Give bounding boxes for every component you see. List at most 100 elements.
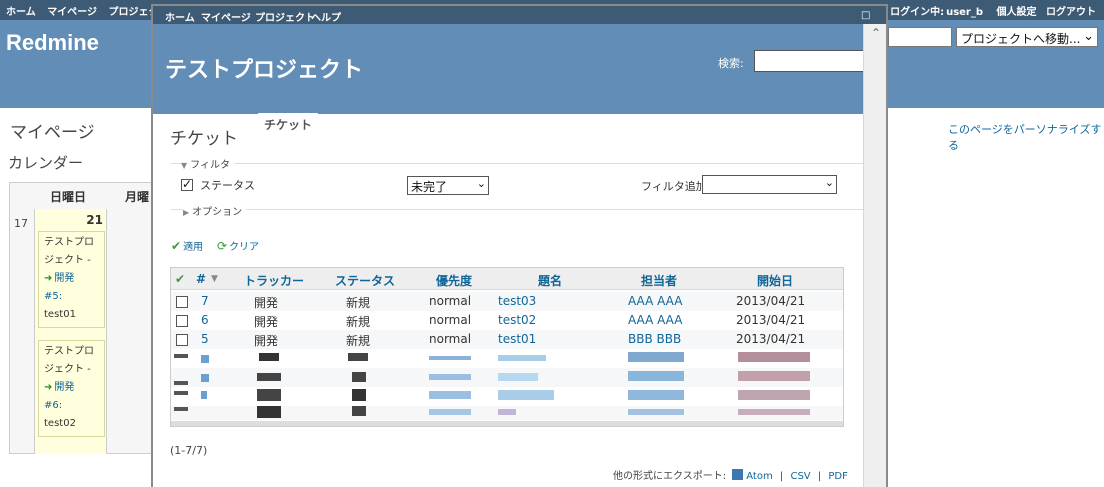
calendar-issue[interactable]: テストプロジェクト - ➜ 開発 #5: test01	[38, 231, 105, 328]
column-assignee[interactable]: 担当者	[641, 272, 677, 289]
issue-status: 新規	[346, 296, 371, 310]
personalize-link[interactable]: このページをパーソナライズする	[948, 121, 1104, 153]
column-status[interactable]: ステータス	[335, 272, 395, 289]
row-checkbox[interactable]	[176, 334, 188, 346]
calendar-issue[interactable]: テストプロジェクト - ➜ 開発 #6: test02	[38, 340, 105, 437]
background-page-title: マイページ	[10, 123, 95, 143]
close-icon[interactable]: □	[861, 10, 870, 21]
issue-assignee[interactable]: AAA AAA	[628, 294, 682, 308]
pixelated-block	[429, 356, 471, 360]
tab-gantt[interactable]: ガントチャート	[419, 113, 499, 149]
table-row[interactable]: 6 開発 新規 normal test02 AAA AAA 2013/04/21	[171, 311, 843, 330]
column-subject[interactable]: 題名	[538, 272, 562, 289]
table-row[interactable]: 5 開発 新規 normal test01 BBB BBB 2013/04/21	[171, 330, 843, 349]
issue-id[interactable]: 5	[201, 332, 209, 346]
calendar-issue-ref[interactable]: #6:	[44, 397, 99, 415]
pixelated-block	[628, 390, 684, 400]
add-filter-select[interactable]: ⌄	[702, 175, 837, 194]
calendar-issue-project: テストプロジェクト -	[44, 346, 94, 375]
background-site-title[interactable]: Redmine	[6, 30, 99, 56]
calendar-issue-tracker[interactable]: 開発	[54, 382, 74, 393]
background-search-input[interactable]	[888, 27, 952, 47]
column-start-date[interactable]: 開始日	[757, 272, 793, 289]
issue-status: 新規	[346, 315, 371, 329]
export-csv-link[interactable]: CSV	[790, 471, 810, 482]
tab-wiki[interactable]: Wiki	[700, 113, 740, 132]
pixelated-block	[498, 355, 546, 361]
bg-menu-mypage[interactable]: マイページ	[47, 7, 97, 18]
menu-home[interactable]: ホーム	[165, 9, 195, 24]
options-legend[interactable]: ▶ オプション	[183, 203, 247, 218]
pixelated-block	[352, 372, 366, 382]
column-tracker[interactable]: トラッカー	[244, 272, 304, 289]
issue-id[interactable]: 6	[201, 313, 209, 327]
menu-projects[interactable]: プロジェクト	[255, 9, 315, 24]
check-icon: ✔	[171, 239, 182, 253]
export-separator: |	[817, 471, 822, 482]
filter-legend-label: フィルタ	[190, 160, 230, 171]
logged-in-label: ログイン中:	[890, 7, 945, 18]
issue-priority: normal	[429, 294, 472, 308]
row-checkbox[interactable]	[176, 315, 188, 327]
logout-link[interactable]: ログアウト	[1046, 7, 1096, 18]
calendar-issue-ref[interactable]: #5:	[44, 288, 99, 306]
issue-id[interactable]: 7	[201, 294, 209, 308]
row-checkbox[interactable]	[176, 296, 188, 308]
options-legend-label: オプション	[192, 207, 243, 218]
issue-assignee[interactable]: AAA AAA	[628, 313, 682, 327]
status-filter-checkbox[interactable]	[181, 177, 193, 191]
my-account-link[interactable]: 個人設定	[997, 7, 1037, 18]
project-title[interactable]: テストプロジェクト	[165, 52, 363, 84]
issue-status: 新規	[346, 334, 371, 348]
project-jump-value: プロジェクトへ移動...	[961, 32, 1081, 46]
pixelated-block	[201, 374, 209, 382]
toggle-all-check-icon[interactable]: ✔	[175, 272, 185, 286]
tab-issues[interactable]: チケット	[258, 113, 318, 132]
menu-help[interactable]: ヘルプ	[311, 9, 341, 24]
apply-button[interactable]: ✔ 適用	[171, 238, 203, 253]
pixelated-block	[429, 391, 471, 399]
table-row[interactable]: 7 開発 新規 normal test03 AAA AAA 2013/04/21	[171, 292, 843, 311]
issue-subject[interactable]: test03	[498, 294, 536, 308]
vertical-scrollbar[interactable]: ⌃	[863, 24, 886, 487]
export-links: 他の形式にエクスポート: Atom | CSV | PDF	[613, 467, 848, 482]
options-fieldset-border	[171, 209, 863, 210]
pixelated-block	[738, 409, 810, 415]
issue-subject[interactable]: test01	[498, 332, 536, 346]
calendar-issue-tracker[interactable]: 開発	[54, 273, 74, 284]
pixelated-block	[429, 374, 471, 380]
status-operator-select[interactable]: 未完了 ⌄	[407, 176, 489, 195]
filter-legend[interactable]: ▼ フィルタ	[181, 156, 234, 171]
tab-news[interactable]: ニュース	[589, 113, 639, 132]
logged-in-user[interactable]: user_b	[946, 7, 983, 18]
scroll-up-icon[interactable]: ⌃	[869, 26, 883, 40]
issue-subject[interactable]: test02	[498, 313, 536, 327]
column-id[interactable]: #	[196, 272, 206, 286]
status-operator-value: 未完了	[411, 180, 448, 194]
pixelated-block	[429, 409, 471, 415]
export-pdf-link[interactable]: PDF	[828, 471, 847, 482]
pixelated-block	[498, 409, 516, 415]
tab-new-issue[interactable]: 新しいチケット	[327, 113, 407, 149]
menu-mypage[interactable]: マイページ	[201, 9, 251, 24]
issue-start-date: 2013/04/21	[736, 313, 806, 327]
issue-tracker: 開発	[254, 296, 279, 310]
project-jump-select[interactable]: プロジェクトへ移動... ⌄	[956, 27, 1098, 47]
issue-start-date: 2013/04/21	[736, 294, 806, 308]
bg-menu-home[interactable]: ホーム	[6, 7, 36, 18]
pixelated-block	[257, 389, 281, 401]
tab-files[interactable]: ファイル	[752, 113, 802, 132]
search-input[interactable]	[754, 50, 872, 72]
pixelated-block	[498, 390, 554, 400]
issue-assignee[interactable]: BBB BBB	[628, 332, 681, 346]
column-priority[interactable]: 優先度	[436, 272, 472, 289]
issue-tracker: 開発	[254, 334, 279, 348]
clear-button[interactable]: ⟳ クリア	[217, 238, 259, 253]
pixelated-block	[498, 373, 538, 381]
status-filter-label: ステータス	[200, 179, 255, 192]
arrow-right-icon: ➜	[44, 382, 53, 393]
tab-documents[interactable]: 文書	[651, 113, 691, 132]
export-atom-link[interactable]: Atom	[746, 471, 772, 482]
tab-calendar[interactable]: カレンダー	[513, 113, 573, 132]
export-label: 他の形式にエクスポート:	[613, 471, 727, 482]
